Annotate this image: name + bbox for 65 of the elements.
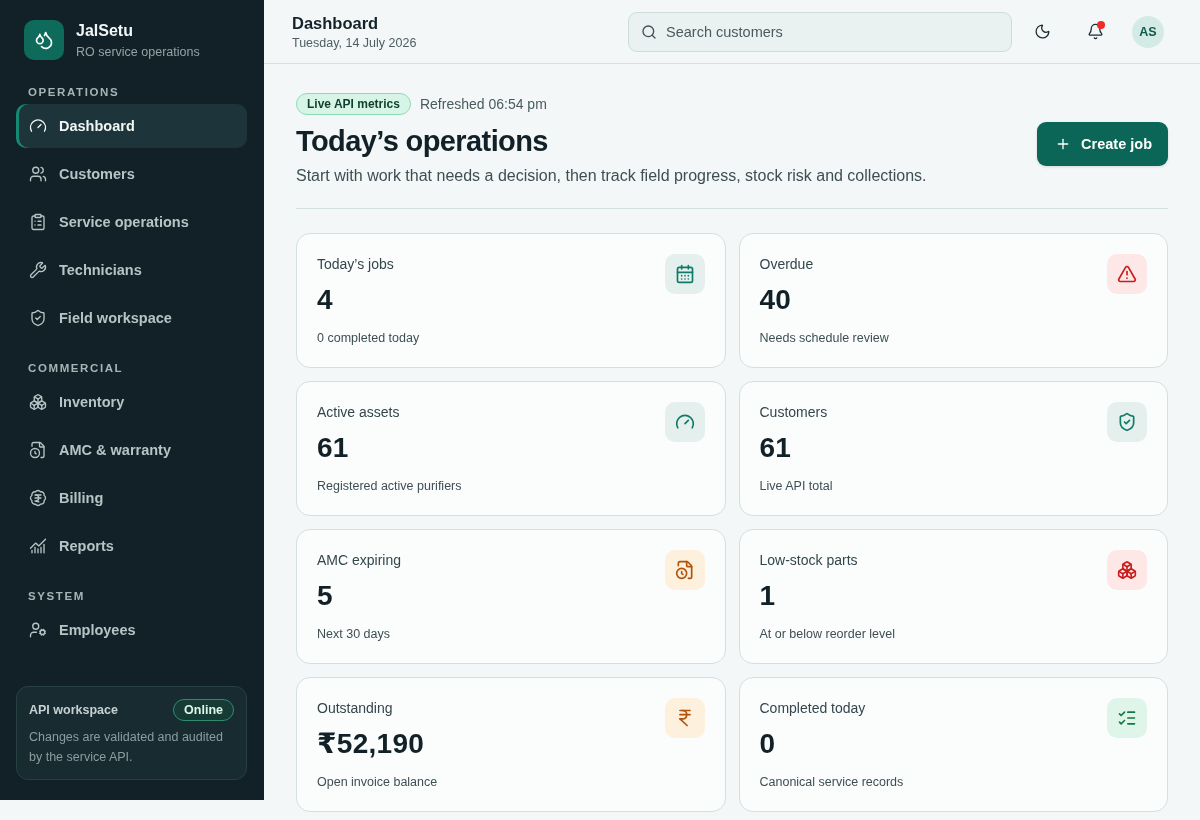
metric-note: Registered active purifiers bbox=[317, 478, 462, 495]
brand-tagline: RO service operations bbox=[76, 43, 200, 60]
user-avatar[interactable]: AS bbox=[1132, 15, 1164, 48]
metric-label: Overdue bbox=[759, 255, 815, 274]
workspace-title: API workspace bbox=[29, 703, 118, 717]
clipboard-icon bbox=[29, 213, 47, 231]
brand-name: JalSetu bbox=[76, 20, 134, 41]
nav-item[interactable]: Customers bbox=[16, 152, 247, 196]
metric-note: Needs schedule review bbox=[759, 330, 889, 347]
metric-label: Today’s jobs bbox=[317, 255, 395, 274]
section-heading: Today’s operations bbox=[296, 124, 549, 159]
metric-value: ₹52,190 bbox=[317, 727, 426, 761]
metric-note: 0 completed today bbox=[317, 330, 420, 347]
nav-item[interactable]: Employees bbox=[16, 608, 247, 652]
metric-value: 5 bbox=[317, 579, 334, 613]
search-field[interactable]: Search customers bbox=[628, 11, 1012, 52]
metric-value: 61 bbox=[759, 431, 793, 465]
section-description: Start with work that needs a decision, then track field progress, stock risk and collections. bbox=[296, 166, 927, 186]
boxes-icon bbox=[29, 393, 47, 411]
metric-note: Next 30 days bbox=[317, 626, 391, 643]
rupee-badge-icon bbox=[29, 489, 47, 507]
nav-item[interactable]: Inventory bbox=[16, 380, 247, 424]
nav-section-title: OPERATIONS bbox=[27, 85, 121, 100]
nav-item[interactable]: Reports bbox=[16, 524, 247, 568]
metric-label: Outstanding bbox=[317, 699, 394, 718]
user-gear-icon bbox=[29, 621, 47, 639]
nav-item[interactable]: Technicians bbox=[16, 248, 247, 292]
metric-note: At or below reorder level bbox=[759, 626, 895, 643]
gauge-icon bbox=[29, 117, 47, 135]
metric-label: Active assets bbox=[317, 403, 401, 422]
nav-item[interactable]: AMC & warranty bbox=[16, 428, 247, 472]
live-badge: Live API metrics bbox=[296, 93, 411, 115]
page-title: Dashboard bbox=[292, 12, 380, 33]
metric-note: Canonical service records bbox=[759, 774, 904, 791]
metric-label: AMC expiring bbox=[317, 551, 402, 570]
create-job-button[interactable]: Create job bbox=[1037, 122, 1168, 166]
moon-icon bbox=[1033, 23, 1051, 40]
metric-note: Open invoice balance bbox=[317, 774, 438, 791]
file-clock-icon bbox=[29, 441, 47, 459]
status-pill: Online bbox=[173, 699, 234, 721]
metric-value: 4 bbox=[317, 283, 334, 317]
nav-item[interactable]: Billing bbox=[16, 476, 247, 520]
droplets-logo-icon bbox=[24, 20, 64, 60]
bar-chart-icon bbox=[29, 537, 47, 555]
workspace-note: Changes are validated and audited by the service API. bbox=[29, 729, 224, 766]
bell-icon bbox=[1086, 23, 1104, 40]
nav-section-title: SYSTEM bbox=[27, 589, 86, 604]
nav-item[interactable]: Service operations bbox=[16, 200, 247, 244]
metric-note: Live API total bbox=[759, 478, 833, 495]
nav-section-title: COMMERCIAL bbox=[27, 361, 125, 376]
metric-value: 40 bbox=[759, 283, 793, 317]
wrench-icon bbox=[29, 261, 47, 279]
metric-value: 61 bbox=[317, 431, 350, 465]
metric-label: Customers bbox=[759, 403, 829, 422]
page-date: Tuesday, 14 July 2026 bbox=[292, 35, 417, 51]
metric-label: Low-stock parts bbox=[759, 551, 859, 570]
metric-value: 1 bbox=[759, 579, 777, 613]
nav-item[interactable]: Field workspace bbox=[16, 296, 247, 340]
shield-check-icon bbox=[29, 309, 47, 327]
metric-label: Completed today bbox=[759, 699, 867, 718]
users-icon bbox=[29, 165, 47, 183]
refresh-time: Refreshed 06:54 pm bbox=[419, 96, 547, 112]
nav-item[interactable]: Dashboard bbox=[16, 104, 247, 148]
metric-value: 0 bbox=[759, 727, 777, 761]
search-icon bbox=[641, 23, 657, 40]
